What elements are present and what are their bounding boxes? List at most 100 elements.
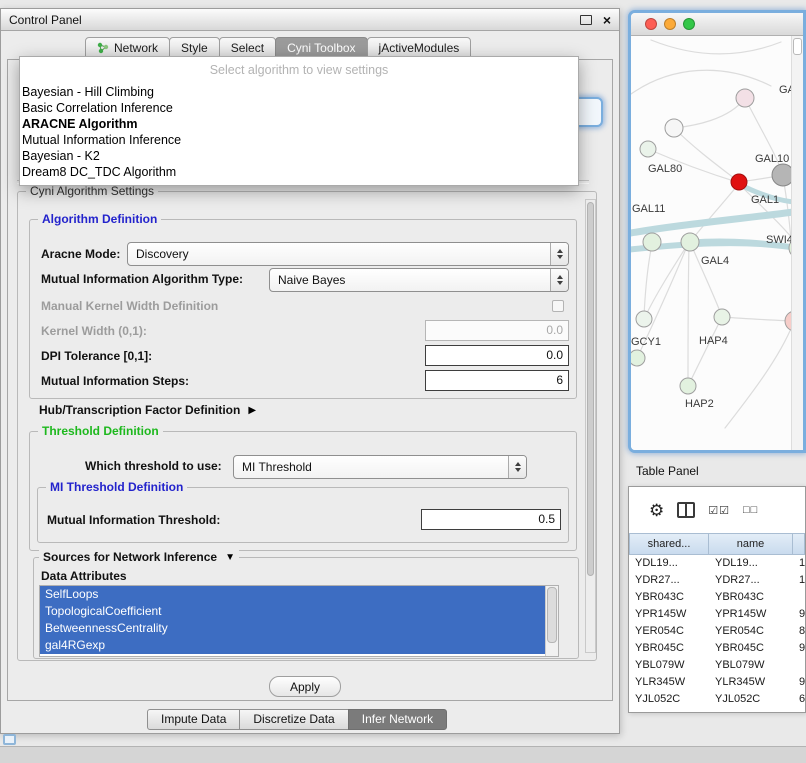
table-cell: 8. (793, 623, 805, 640)
settings-scrollbar[interactable] (585, 199, 596, 653)
aracne-mode-select[interactable]: Discovery (127, 242, 569, 266)
table-cell: 13 (793, 555, 805, 572)
minimize-traffic-icon[interactable] (664, 18, 676, 30)
mi-steps-field[interactable]: 6 (425, 370, 569, 391)
bottom-taskbar (0, 746, 806, 763)
network-node[interactable] (665, 119, 683, 137)
columns-icon[interactable] (677, 502, 695, 518)
table-cell: YJL052C (629, 691, 709, 708)
mi-threshold-field[interactable]: 0.5 (421, 509, 561, 530)
algorithm-option[interactable]: Basic Correlation Inference (20, 100, 578, 116)
column-header[interactable] (793, 533, 805, 555)
mi-type-value: Naive Bayes (270, 273, 550, 287)
manual-kernel-checkbox[interactable] (552, 300, 564, 312)
bottom-tab-impute-data[interactable]: Impute Data (147, 709, 240, 730)
sources-section-header[interactable]: Sources for Network Inference ▼ (39, 550, 239, 564)
close-traffic-icon[interactable] (645, 18, 657, 30)
clear-checks-icon[interactable]: □□ (743, 504, 758, 516)
network-node[interactable] (680, 378, 696, 394)
data-attributes-list[interactable]: SelfLoopsTopologicalCoefficientBetweenne… (39, 585, 559, 657)
network-edge[interactable] (645, 244, 688, 317)
table-row[interactable]: YPR145WYPR145W9. (629, 606, 805, 623)
network-node[interactable] (731, 174, 747, 190)
table-row[interactable]: YJL052CYJL052C6 (629, 691, 805, 708)
control-panel-titlebar: Control Panel × (1, 9, 619, 31)
tab-label: jActiveModules (379, 41, 460, 55)
network-view-content[interactable]: GALGAL80GAL10GAL11GAL1SWI4GAL4GCY1HAP4YH… (631, 36, 803, 450)
algorithm-option[interactable]: ARACNE Algorithm (20, 116, 578, 132)
float-window-icon[interactable] (580, 15, 592, 25)
table-row[interactable]: YBR045CYBR045C9. (629, 640, 805, 657)
cyni-settings-title: Cyni Algorithm Settings (26, 184, 158, 198)
gear-icon[interactable]: ⚙ (649, 502, 664, 519)
network-node[interactable] (640, 141, 656, 157)
close-icon[interactable]: × (603, 13, 611, 27)
table-cell: YLR345W (709, 674, 793, 691)
hub-section-header[interactable]: Hub/Transcription Factor Definition ▶ (35, 403, 260, 417)
dpi-tolerance-field[interactable]: 0.0 (425, 345, 569, 366)
aracne-mode-label: Aracne Mode: (41, 247, 120, 261)
dropdown-placeholder: Select algorithm to view settings (20, 60, 578, 81)
table-cell: YER054C (629, 623, 709, 640)
network-node[interactable] (681, 233, 699, 251)
algorithm-definition-title: Algorithm Definition (38, 212, 161, 226)
bottom-tab-infer-network[interactable]: Infer Network (348, 709, 447, 730)
manual-kernel-label: Manual Kernel Width Definition (41, 299, 218, 313)
network-node[interactable] (714, 309, 730, 325)
algorithm-option[interactable]: Bayesian - Hill Climbing (20, 84, 578, 100)
network-edge[interactable] (674, 98, 745, 128)
table-row[interactable]: YBL079WYBL079W (629, 657, 805, 674)
select-all-checks-icon[interactable]: ☑☑ (708, 504, 730, 517)
algorithm-option[interactable]: Mutual Information Inference (20, 132, 578, 148)
algorithm-dropdown-popup: Select algorithm to view settings Bayesi… (19, 56, 579, 186)
table-row[interactable]: YDL19...YDL19...13 (629, 555, 805, 572)
table-cell: YLR345W (629, 674, 709, 691)
network-window-titlebar (631, 13, 803, 36)
bottom-tab-discretize-data[interactable]: Discretize Data (239, 709, 348, 730)
algorithm-option[interactable]: Bayesian - K2 (20, 148, 578, 164)
attribute-item[interactable]: TopologicalCoefficient (40, 603, 546, 620)
mi-type-select[interactable]: Naive Bayes (269, 268, 569, 292)
node-label: HAP2 (685, 398, 714, 410)
network-canvas[interactable]: GALGAL80GAL10GAL11GAL1SWI4GAL4GCY1HAP4YH… (631, 36, 803, 451)
algorithm-option[interactable]: Dream8 DC_TDC Algorithm (20, 164, 578, 180)
network-edge[interactable] (690, 186, 737, 242)
network-node[interactable] (636, 311, 652, 327)
network-edge[interactable] (690, 242, 721, 314)
table-row[interactable]: YDR27...YDR27...12 (629, 572, 805, 589)
network-edge[interactable] (725, 324, 793, 428)
which-threshold-label: Which threshold to use: (85, 459, 222, 473)
table-cell: YDL19... (709, 555, 793, 572)
network-edge[interactable] (724, 317, 793, 321)
minimized-panel-icon[interactable] (3, 734, 16, 745)
attribute-item[interactable]: gal4RGexp (40, 637, 546, 654)
network-edge[interactable] (689, 319, 721, 384)
table-cell: YDR27... (709, 572, 793, 589)
which-threshold-value: MI Threshold (234, 460, 508, 474)
table-cell: YBR043C (629, 589, 709, 606)
column-header[interactable]: name (709, 533, 793, 555)
combo-arrows-icon (508, 456, 526, 478)
zoom-traffic-icon[interactable] (683, 18, 695, 30)
kernel-width-field[interactable]: 0.0 (425, 320, 569, 341)
table-row[interactable]: YER054CYER054C8. (629, 623, 805, 640)
attributes-scrollbar[interactable] (545, 586, 558, 656)
network-node[interactable] (631, 350, 645, 366)
network-node[interactable] (736, 89, 754, 107)
table-cell (793, 657, 805, 674)
network-scrollbar[interactable] (791, 36, 803, 450)
node-label: GAL1 (751, 194, 779, 206)
table-row[interactable]: YBR043CYBR043C (629, 589, 805, 606)
column-header[interactable]: shared... (629, 533, 709, 555)
attribute-item[interactable]: BetweennessCentrality (40, 620, 546, 637)
network-edge[interactable] (688, 244, 689, 384)
attribute-item[interactable]: SelfLoops (40, 586, 546, 603)
network-node[interactable] (643, 233, 661, 251)
network-edge[interactable] (651, 40, 781, 54)
table-cell: YBR045C (629, 640, 709, 657)
network-edge[interactable] (674, 128, 739, 182)
which-threshold-select[interactable]: MI Threshold (233, 455, 527, 479)
table-cell: YBL079W (629, 657, 709, 674)
table-row[interactable]: YLR345WYLR345W9. (629, 674, 805, 691)
apply-button[interactable]: Apply (269, 676, 341, 697)
